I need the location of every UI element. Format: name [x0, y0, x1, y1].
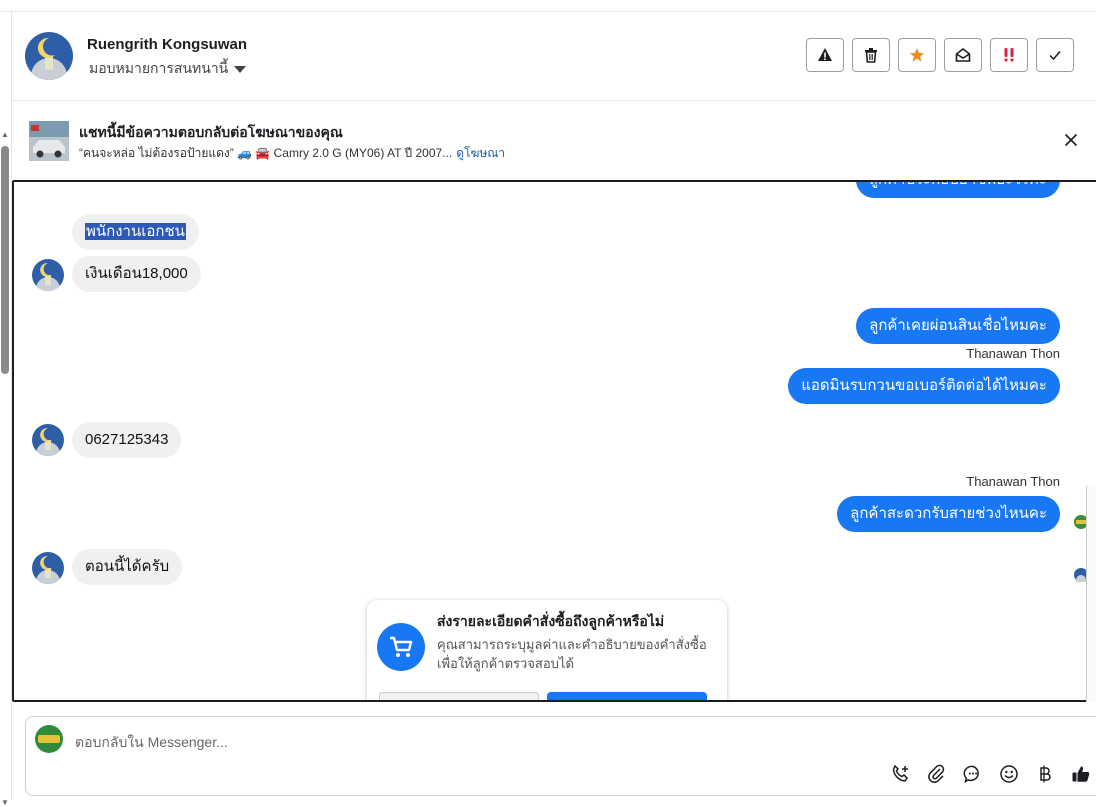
view-ad-link[interactable]: ดูโฆษณา [456, 146, 505, 160]
right-panel-edge [1086, 486, 1096, 702]
message-bubble-outgoing[interactable]: ลูกค้าเคยผ่อนสินเชื่อไหมคะ [856, 308, 1060, 344]
reply-input[interactable]: ตอบกลับใน Messenger... [75, 732, 228, 754]
assign-conversation-dropdown[interactable]: มอบหมายการสนทนานี้ [89, 58, 247, 80]
composer-tools [890, 763, 1092, 785]
sender-avatar[interactable] [32, 552, 64, 584]
caret-down-icon [234, 65, 247, 73]
chat-bubble-icon [963, 765, 979, 784]
sender-avatar[interactable] [32, 259, 64, 291]
mark-done-button[interactable] [1036, 38, 1074, 72]
contact-avatar[interactable] [25, 32, 73, 80]
scroll-down-arrow-icon[interactable]: ▼ [1, 798, 9, 807]
selected-text[interactable]: พนักงานเอกชน [85, 223, 186, 240]
order-card-description: คุณสามารถระบุมูลค่าและคำอธิบายของคำสั่งซ… [437, 637, 707, 671]
message-bubble-incoming[interactable]: เงินเดือน18,000 [72, 256, 201, 292]
envelope-open-icon [955, 47, 971, 62]
sender-name: Thanawan Thon [966, 474, 1060, 489]
report-button[interactable] [806, 38, 844, 72]
send-order-button[interactable] [547, 692, 707, 700]
order-card-title: ส่งรายละเอียดคำสั่งซื้อถึงลูกค้าหรือไม่ [437, 613, 665, 629]
mark-unread-button[interactable] [944, 38, 982, 72]
cart-badge [377, 623, 425, 671]
message-bubble-incoming[interactable]: ตอนนี้ได้ครับ [72, 549, 183, 585]
contact-name[interactable]: Ruengrith Kongsuwan [87, 36, 247, 53]
order-details-prompt-card: ส่งรายละเอียดคำสั่งซื้อถึงลูกค้าหรือไม่ … [367, 600, 727, 700]
message-bubble-outgoing[interactable]: ลูกค้าสะดวกรับสายช่วงไหนคะ [837, 496, 1060, 532]
payment-button[interactable] [1034, 763, 1056, 785]
ad-thumbnail[interactable] [29, 121, 69, 161]
top-divider [0, 0, 1096, 12]
sender-avatar[interactable] [32, 424, 64, 456]
message-bubble-outgoing[interactable]: แอดมินรบกวนขอเบอร์ติดต่อได้ไหมคะ [788, 368, 1060, 404]
ad-reply-banner: แชทนี้มีข้อความตอบกลับต่อโฆษณาของคุณ “คน… [12, 101, 1096, 179]
trash-icon [865, 48, 877, 63]
conversation-header: Ruengrith Kongsuwan มอบหมายการสนทนานี้ [12, 12, 1096, 101]
decline-order-button[interactable] [379, 692, 539, 700]
ad-caption: “คนจะหล่อ ไม่ต้องรอป้ายแดง” 🚙 🚘 Camry 2.… [79, 146, 453, 160]
scroll-up-arrow-icon[interactable]: ▲ [1, 130, 9, 139]
assign-label: มอบหมายการสนทนานี้ [89, 60, 229, 76]
header-actions [806, 38, 1074, 72]
star-icon [909, 48, 925, 62]
reply-composer[interactable]: ตอบกลับใน Messenger... [25, 716, 1096, 796]
message-bubble-incoming[interactable]: 0627125343 [72, 422, 182, 458]
call-request-button[interactable] [890, 763, 912, 785]
like-button[interactable] [1070, 763, 1092, 785]
exclamation-icon [1004, 48, 1014, 62]
emoji-button[interactable] [998, 763, 1020, 785]
thumbs-up-icon [1072, 766, 1090, 782]
scrollbar-thumb[interactable] [1, 146, 9, 374]
ad-banner-subtitle: “คนจะหล่อ ไม่ต้องรอป้ายแดง” 🚙 🚘 Camry 2.… [79, 144, 505, 163]
follow-up-button[interactable] [990, 38, 1028, 72]
saved-replies-button[interactable] [962, 763, 984, 785]
check-icon [1049, 51, 1061, 61]
phone-add-icon [892, 764, 908, 782]
message-bubble-incoming[interactable]: พนักงานเอกชน [72, 214, 199, 250]
cart-icon [390, 636, 413, 657]
attach-button[interactable] [926, 763, 948, 785]
close-icon[interactable] [1064, 133, 1078, 147]
left-scroll-rail[interactable]: ▲ ▼ [0, 12, 12, 807]
sender-name: Thanawan Thon [966, 346, 1060, 361]
baht-icon [1040, 765, 1051, 783]
message-bubble-outgoing[interactable]: ลูกค้าประกอบอาชีพอะไรคะ [855, 182, 1060, 198]
star-button[interactable] [898, 38, 936, 72]
message-thread[interactable]: ลูกค้าประกอบอาชีพอะไรคะ พนักงานเอกชน เงิ… [12, 180, 1096, 702]
page-avatar [35, 725, 63, 753]
ad-banner-title: แชทนี้มีข้อความตอบกลับต่อโฆษณาของคุณ [79, 124, 343, 140]
emoji-icon [1000, 765, 1018, 783]
warning-icon [818, 48, 832, 61]
paperclip-icon [928, 764, 945, 783]
delete-button[interactable] [852, 38, 890, 72]
